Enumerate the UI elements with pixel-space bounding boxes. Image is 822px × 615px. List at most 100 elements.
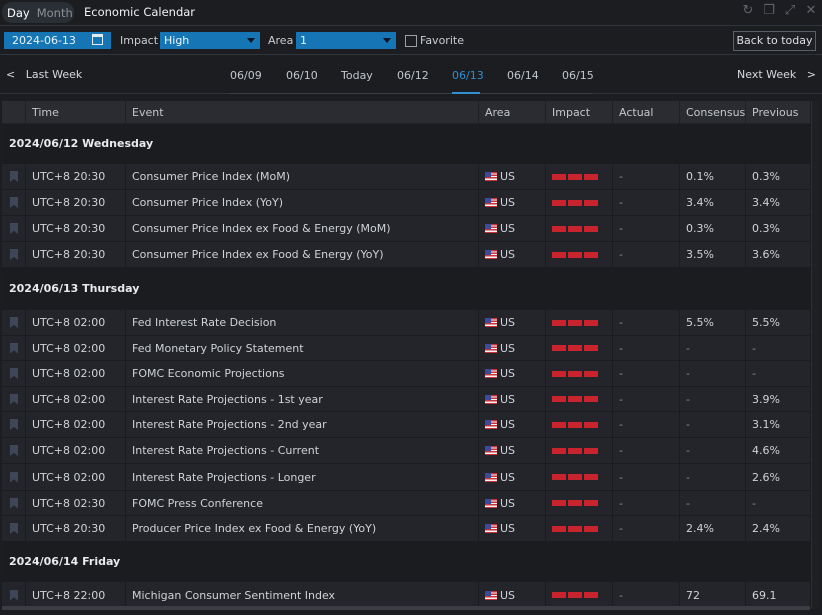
day-tab[interactable]: 06/09 xyxy=(230,69,262,82)
bookmark-cell[interactable] xyxy=(2,336,26,360)
table-row[interactable]: UTC+8 02:00 Fed Monetary Policy Statement… xyxy=(2,336,810,361)
impact-bar xyxy=(552,592,566,598)
bookmark-icon[interactable] xyxy=(10,342,18,354)
bookmark-icon[interactable] xyxy=(10,317,18,328)
time-cell-text: UTC+8 02:00 xyxy=(32,341,106,355)
col-header-area[interactable]: Area xyxy=(479,101,546,124)
consensus-cell-text: - xyxy=(686,496,690,510)
table-row[interactable]: UTC+8 20:30 Consumer Price Index (MoM) US -… xyxy=(2,164,810,190)
bookmark-cell[interactable] xyxy=(2,491,26,515)
day-tab-today[interactable]: Today xyxy=(341,69,373,82)
table-row[interactable]: UTC+8 02:00 Fed Interest Rate Decision US -… xyxy=(2,310,810,336)
refresh-icon[interactable]: ↻ xyxy=(741,4,755,18)
impact-select[interactable]: High xyxy=(160,32,260,49)
calendar-icon[interactable] xyxy=(92,34,103,45)
actual-cell-text: - xyxy=(619,392,623,406)
bookmark-icon[interactable] xyxy=(10,419,18,430)
event-cell: Producer Price Index ex Food & Energy (Y… xyxy=(126,516,479,541)
table-row[interactable]: UTC+8 02:00 Interest Rate Projections - L… xyxy=(2,464,810,491)
impact-bars xyxy=(552,396,600,402)
bookmark-icon[interactable] xyxy=(10,223,18,234)
bookmark-cell[interactable] xyxy=(2,516,26,541)
bookmark-icon[interactable] xyxy=(10,523,18,534)
table-row[interactable]: UTC+8 20:30 Consumer Price Index ex Food … xyxy=(2,216,810,242)
col-header-time[interactable]: Time xyxy=(26,101,126,124)
back-to-today-button[interactable]: Back to today xyxy=(733,31,816,51)
last-week-button[interactable]: < Last Week xyxy=(6,68,82,81)
event-cell-text: Michigan Consumer Sentiment Index xyxy=(132,588,336,602)
week-navigation: < Last Week 06/09 06/10 Today 06/12 06/1… xyxy=(0,56,822,94)
table-row[interactable]: UTC+8 02:00 FOMC Economic Projections US - -… xyxy=(2,361,810,387)
bookmark-icon[interactable] xyxy=(10,393,18,405)
table-row[interactable]: UTC+8 02:30 FOMC Press Conference US - - - xyxy=(2,491,810,516)
vertical-scrollbar[interactable] xyxy=(811,101,819,609)
impact-bar xyxy=(584,500,598,506)
bookmark-icon[interactable] xyxy=(10,171,18,182)
consensus-cell: 0.3% xyxy=(680,216,746,241)
bookmark-cell[interactable] xyxy=(2,464,26,490)
bookmark-cell[interactable] xyxy=(2,412,26,437)
table-row[interactable]: UTC+8 02:00 Interest Rate Projections - C… xyxy=(2,438,810,464)
bookmark-cell[interactable] xyxy=(2,164,26,189)
next-week-button[interactable]: Next Week > xyxy=(737,68,816,81)
impact-bar xyxy=(568,421,582,428)
area-cell: US xyxy=(479,361,546,386)
bookmark-cell[interactable] xyxy=(2,361,26,386)
impact-select-value: High xyxy=(164,34,190,47)
col-header-previous[interactable]: Previous xyxy=(746,101,810,124)
expand-icon[interactable]: ⤢ xyxy=(783,4,797,18)
bookmark-icon[interactable] xyxy=(10,249,18,260)
bookmark-icon[interactable] xyxy=(10,497,18,509)
col-header-consensus[interactable]: Consensus xyxy=(680,101,746,124)
col-header-event[interactable]: Event xyxy=(126,101,479,124)
impact-bar xyxy=(584,396,598,402)
impact-bars xyxy=(552,447,600,454)
consensus-cell: - xyxy=(680,387,746,411)
day-tab[interactable]: 06/10 xyxy=(286,69,318,82)
table-row[interactable]: UTC+8 22:00 Michigan Consumer Sentiment I… xyxy=(2,582,810,609)
favorite-label[interactable]: Favorite xyxy=(420,34,464,47)
col-header-impact[interactable]: Impact xyxy=(546,101,613,124)
day-tab[interactable]: 06/14 xyxy=(507,69,539,82)
bookmark-icon[interactable] xyxy=(10,589,18,601)
impact-bars xyxy=(552,421,600,428)
impact-bar xyxy=(584,525,598,532)
previous-cell-text: 0.3% xyxy=(752,222,780,235)
horizontal-scrollbar[interactable] xyxy=(2,606,810,610)
view-month-button[interactable]: Month xyxy=(37,6,73,20)
date-picker-input[interactable]: 2024-06-13 xyxy=(4,32,111,49)
favorite-checkbox[interactable] xyxy=(405,35,417,47)
bookmark-icon[interactable] xyxy=(10,197,18,208)
time-cell: UTC+8 20:30 xyxy=(26,242,126,267)
table-row[interactable]: UTC+8 02:00 Interest Rate Projections - 2… xyxy=(2,412,810,438)
bookmark-cell[interactable] xyxy=(2,438,26,463)
area-cell: US xyxy=(479,216,546,241)
bookmark-icon[interactable] xyxy=(10,471,18,483)
bookmark-icon[interactable] xyxy=(10,445,18,456)
day-tab[interactable]: 06/15 xyxy=(562,69,594,82)
day-tab-active[interactable]: 06/13 xyxy=(452,69,484,82)
table-row[interactable]: UTC+8 20:30 Consumer Price Index ex Food … xyxy=(2,242,810,268)
table-row[interactable]: UTC+8 20:30 Consumer Price Index (YoY) US -… xyxy=(2,190,810,216)
bookmark-cell[interactable] xyxy=(2,387,26,411)
close-icon[interactable]: ✕ xyxy=(804,4,818,18)
impact-bar xyxy=(568,525,582,532)
bookmark-cell[interactable] xyxy=(2,216,26,241)
bookmark-cell[interactable] xyxy=(2,242,26,267)
bookmark-icon[interactable] xyxy=(10,368,18,379)
previous-cell-text: 2.6% xyxy=(752,470,780,484)
area-select[interactable]: 1 xyxy=(296,32,396,49)
impact-bar xyxy=(584,370,598,377)
area-code: US xyxy=(500,392,516,406)
table-row[interactable]: UTC+8 02:00 Interest Rate Projections - 1… xyxy=(2,387,810,412)
bookmark-cell[interactable] xyxy=(2,582,26,608)
restore-icon[interactable]: ❐ xyxy=(762,4,776,18)
table-row[interactable]: UTC+8 20:30 Producer Price Index ex Food … xyxy=(2,516,810,542)
bookmark-cell[interactable] xyxy=(2,310,26,335)
event-cell: Interest Rate Projections - Current xyxy=(126,438,479,463)
time-cell: UTC+8 20:30 xyxy=(26,164,126,189)
bookmark-cell[interactable] xyxy=(2,190,26,215)
col-header-actual[interactable]: Actual xyxy=(613,101,680,124)
view-day-button[interactable]: Day xyxy=(7,6,30,20)
day-tab[interactable]: 06/12 xyxy=(397,69,429,82)
